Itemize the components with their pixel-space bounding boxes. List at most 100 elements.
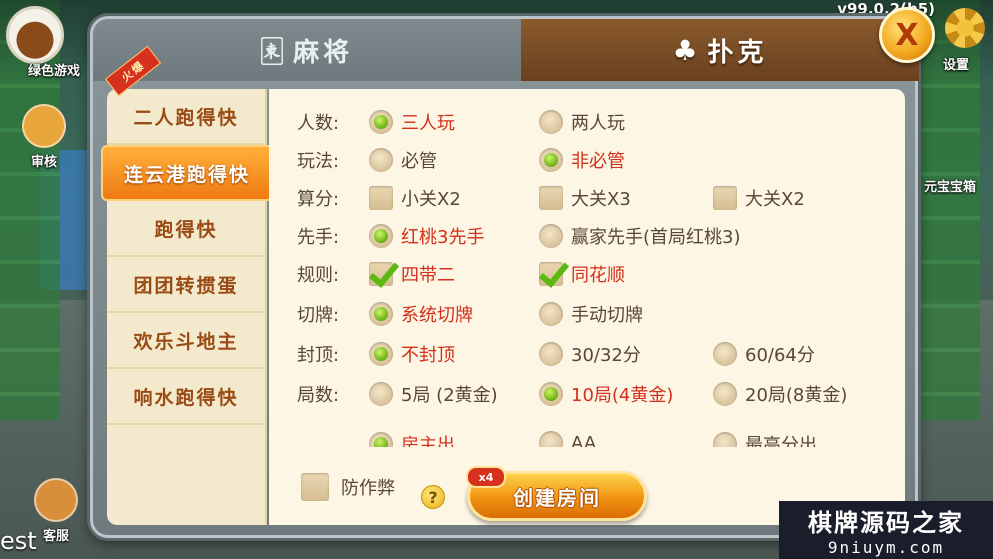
row-label: 切牌: (297, 305, 340, 326)
anti-cheat-option[interactable]: 防作弊 (301, 473, 395, 501)
mahjong-tile-icon: 🀀 (260, 33, 284, 66)
row-mode: 玩法: (297, 145, 369, 175)
treasure-chest-button[interactable]: 元宝宝箱 (920, 176, 980, 195)
row-players: 人数: (297, 107, 369, 137)
review-label: 审核 (30, 155, 57, 170)
anti-cheat-label: 防作弊 (341, 478, 395, 499)
option-label: 10局(4黄金) (571, 385, 674, 406)
checkbox-unchecked (301, 473, 329, 501)
close-button[interactable]: X (879, 7, 935, 63)
tab-mahjong-label: 麻将 (293, 37, 354, 68)
option-small-x2[interactable]: 小关X2 (369, 185, 461, 211)
option-winner-first[interactable]: 赢家先手(首局红桃3) (539, 223, 741, 249)
checkbox-unchecked (539, 186, 563, 210)
row-label: 先手: (297, 227, 340, 248)
game-item-pdk[interactable]: 跑得快 (107, 201, 265, 257)
option-20-rounds[interactable]: 20局(8黄金) (713, 381, 847, 407)
green-game-button[interactable]: 绿色游戏 (14, 60, 94, 79)
option-cap-30[interactable]: 30/32分 (539, 341, 641, 367)
radio-unchecked (539, 224, 563, 248)
option-manual-cut[interactable]: 手动切牌 (539, 301, 643, 327)
option-not-must-play[interactable]: 非必管 (539, 147, 625, 173)
checkbox-unchecked (369, 186, 393, 210)
create-room-button[interactable]: x4 创建房间 (466, 466, 647, 521)
settings-button[interactable]: 设置 (926, 54, 986, 73)
option-four-with-two[interactable]: 四带二 (369, 261, 455, 287)
cost-badge: x4 (466, 466, 506, 488)
row-scoring: 算分: (297, 183, 369, 213)
row-cut: 切牌: (297, 299, 369, 329)
help-icon[interactable]: ? (421, 485, 445, 509)
option-label: 系统切牌 (401, 305, 473, 326)
option-label: 30/32分 (571, 345, 641, 366)
option-straight-flush[interactable]: 同花顺 (539, 261, 625, 287)
option-label: 四带二 (401, 265, 455, 286)
radio-unchecked (369, 148, 393, 172)
review-button[interactable]: 审核 (14, 104, 74, 170)
option-two-players[interactable]: 两人玩 (539, 109, 625, 135)
radio-unchecked (539, 342, 563, 366)
option-label: 必管 (401, 151, 437, 172)
row-rounds: 局数: (297, 379, 369, 409)
radio-checked (539, 148, 563, 172)
game-item-label: 二人跑得快 (133, 106, 239, 129)
option-three-players[interactable]: 三人玩 (369, 109, 455, 135)
option-top-scorer-pays[interactable]: 最高分出 (713, 431, 817, 447)
option-big-x2[interactable]: 大关X2 (713, 185, 805, 211)
radio-checked (369, 342, 393, 366)
option-label: 60/64分 (745, 345, 815, 366)
option-heart3-first[interactable]: 红桃3先手 (369, 223, 484, 249)
option-label: 赢家先手(首局红桃3) (571, 227, 741, 248)
option-label: 20局(8黄金) (745, 385, 848, 406)
option-5-rounds[interactable]: 5局 (2黄金) (369, 381, 498, 407)
row-label: 玩法: (297, 151, 340, 172)
row-label: 局数: (297, 385, 340, 406)
review-icon (22, 104, 66, 148)
option-label: 5局 (2黄金) (401, 385, 498, 406)
tab-mahjong[interactable]: 🀀 麻将 (93, 19, 521, 81)
option-cap-60[interactable]: 60/64分 (713, 341, 815, 367)
row-label: 封顶: (297, 345, 340, 366)
row-label: 算分: (297, 189, 340, 210)
option-label: AA (571, 432, 597, 448)
option-no-cap[interactable]: 不封顶 (369, 341, 455, 367)
radio-unchecked (713, 432, 737, 447)
option-big-x3[interactable]: 大关X3 (539, 185, 631, 211)
option-host-pays[interactable]: 房主出 (369, 431, 455, 447)
club-suit-icon: ♣ (672, 33, 698, 67)
option-label: 大关X3 (571, 189, 631, 210)
watermark: 棋牌源码之家 9niuym.com (779, 501, 993, 559)
tab-poker[interactable]: ♣ 扑克 (521, 19, 919, 81)
game-item-guandan[interactable]: 团团转掼蛋 (107, 257, 265, 313)
radio-checked (369, 224, 393, 248)
avatar[interactable] (6, 6, 64, 64)
option-aa-pay[interactable]: AA (539, 431, 596, 447)
option-label: 同花顺 (571, 265, 625, 286)
checkbox-unchecked (713, 186, 737, 210)
tab-poker-label: 扑克 (707, 37, 768, 68)
game-item-lianyungang-pdk[interactable]: 连云港跑得快 (101, 145, 273, 201)
radio-unchecked (539, 302, 563, 326)
option-system-cut[interactable]: 系统切牌 (369, 301, 473, 327)
debug-text: est (0, 527, 37, 555)
game-item-doudizhu[interactable]: 欢乐斗地主 (107, 313, 265, 369)
row-label: 规则: (297, 265, 340, 286)
option-must-play[interactable]: 必管 (369, 147, 437, 173)
close-icon: X (895, 17, 919, 53)
option-label: 手动切牌 (571, 305, 643, 326)
create-room-panel: 🀀 麻将 ♣ 扑克 X 火爆 二人跑得快 连云港跑得快 跑得快 团团转掼蛋 欢乐… (90, 7, 935, 538)
customer-service-label: 客服 (42, 529, 69, 544)
green-game-label: 绿色游戏 (27, 64, 80, 79)
options-panel: 人数: 三人玩 两人玩 玩法: 必管 非必管 算分: 小关X2 大关X3 大关X… (269, 89, 905, 525)
radio-checked (369, 110, 393, 134)
game-item-two-player-pdk[interactable]: 火爆 二人跑得快 (105, 45, 265, 145)
radio-unchecked (539, 110, 563, 134)
checkbox-checked (539, 262, 563, 286)
game-item-label: 欢乐斗地主 (133, 330, 239, 353)
game-item-xiangshui-pdk[interactable]: 响水跑得快 (107, 369, 265, 425)
option-label: 最高分出 (745, 435, 817, 447)
gear-icon[interactable] (945, 8, 985, 48)
row-label: 人数: (297, 113, 340, 134)
option-10-rounds[interactable]: 10局(4黄金) (539, 381, 673, 407)
options-scroll[interactable]: 人数: 三人玩 两人玩 玩法: 必管 非必管 算分: 小关X2 大关X3 大关X… (269, 89, 905, 447)
